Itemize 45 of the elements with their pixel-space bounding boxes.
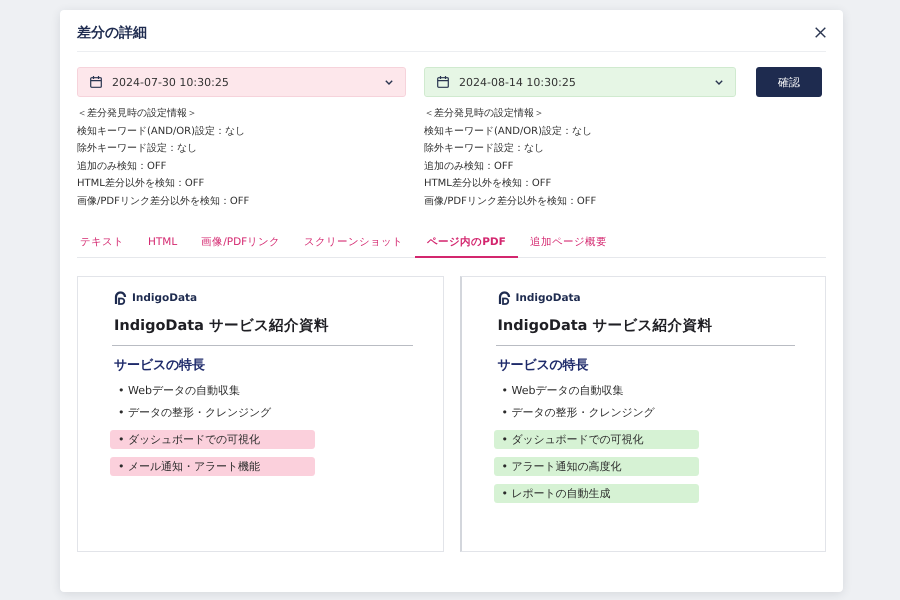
close-button[interactable]: [815, 27, 826, 38]
settings-text: 除外キーワード設定：なし: [424, 142, 545, 156]
list-item: • Webデータの自動収集: [117, 383, 241, 399]
date-select[interactable]: 2024-08-14 10:30:25: [424, 67, 736, 97]
calendar-icon: [90, 76, 102, 88]
settings-text: 画像/PDFリンク差分以外を検知：OFF: [424, 194, 598, 208]
highlighted-list-item: • メール通知・アラート機能: [110, 457, 315, 476]
tab[interactable]: スクリーンショット: [292, 228, 416, 258]
list-item: • Webデータの自動収集: [500, 383, 624, 399]
settings-text: 検知キーワード(AND/OR)設定：なし: [77, 124, 246, 138]
highlighted-list-item: • ダッシュボードでの可視化: [110, 430, 315, 449]
logo-text: IndigoData: [132, 292, 198, 304]
confirm-button[interactable]: 確認: [756, 67, 822, 97]
logo-icon: [114, 291, 127, 305]
section-heading: サービスの特長: [498, 357, 590, 374]
section-heading: サービスの特長: [114, 357, 206, 374]
logo-icon: [498, 291, 510, 305]
settings-heading: ＜差分発見時の設定情報＞: [77, 106, 198, 121]
logo-text: IndigoData: [516, 292, 581, 304]
settings-text: 除外キーワード設定：なし: [77, 142, 198, 156]
chevron-down-icon: [385, 80, 393, 84]
list-item: • データの整形・クレンジング: [500, 405, 656, 421]
settings-text: 画像/PDFリンク差分以外を検知：OFF: [77, 194, 250, 208]
chevron-down-icon: [715, 80, 723, 84]
settings-text: 追加のみ検知：OFF: [424, 160, 514, 174]
settings-heading: ＜差分発見時の設定情報＞: [424, 106, 545, 121]
document-title: IndigoData サービス紹介資料: [114, 316, 330, 336]
list-item: • データの整形・クレンジング: [117, 405, 272, 421]
settings-text: 追加のみ検知：OFF: [77, 160, 168, 174]
highlighted-list-item: • アラート通知の高度化: [494, 457, 698, 476]
settings-text: 検知キーワード(AND/OR)設定：なし: [424, 124, 594, 138]
document-title: IndigoData サービス紹介資料: [498, 316, 714, 336]
tab[interactable]: 追加ページ概要: [518, 228, 619, 258]
tab[interactable]: 画像/PDFリンク: [189, 228, 292, 258]
settings-text: HTML差分以外を検知：OFF: [77, 176, 206, 191]
highlighted-list-item: • レポートの自動生成: [494, 484, 698, 503]
tab[interactable]: テキスト: [68, 228, 136, 258]
settings-text: HTML差分以外を検知：OFF: [424, 176, 552, 191]
tab[interactable]: ページ内のPDF: [415, 228, 518, 258]
dialog-title: 差分の詳細: [77, 24, 147, 42]
calendar-icon: [437, 76, 449, 88]
date-select[interactable]: 2024-07-30 10:30:25: [77, 67, 406, 97]
close-icon: [815, 27, 826, 38]
highlighted-list-item: • ダッシュボードでの可視化: [494, 430, 698, 449]
tab[interactable]: HTML: [136, 228, 190, 258]
